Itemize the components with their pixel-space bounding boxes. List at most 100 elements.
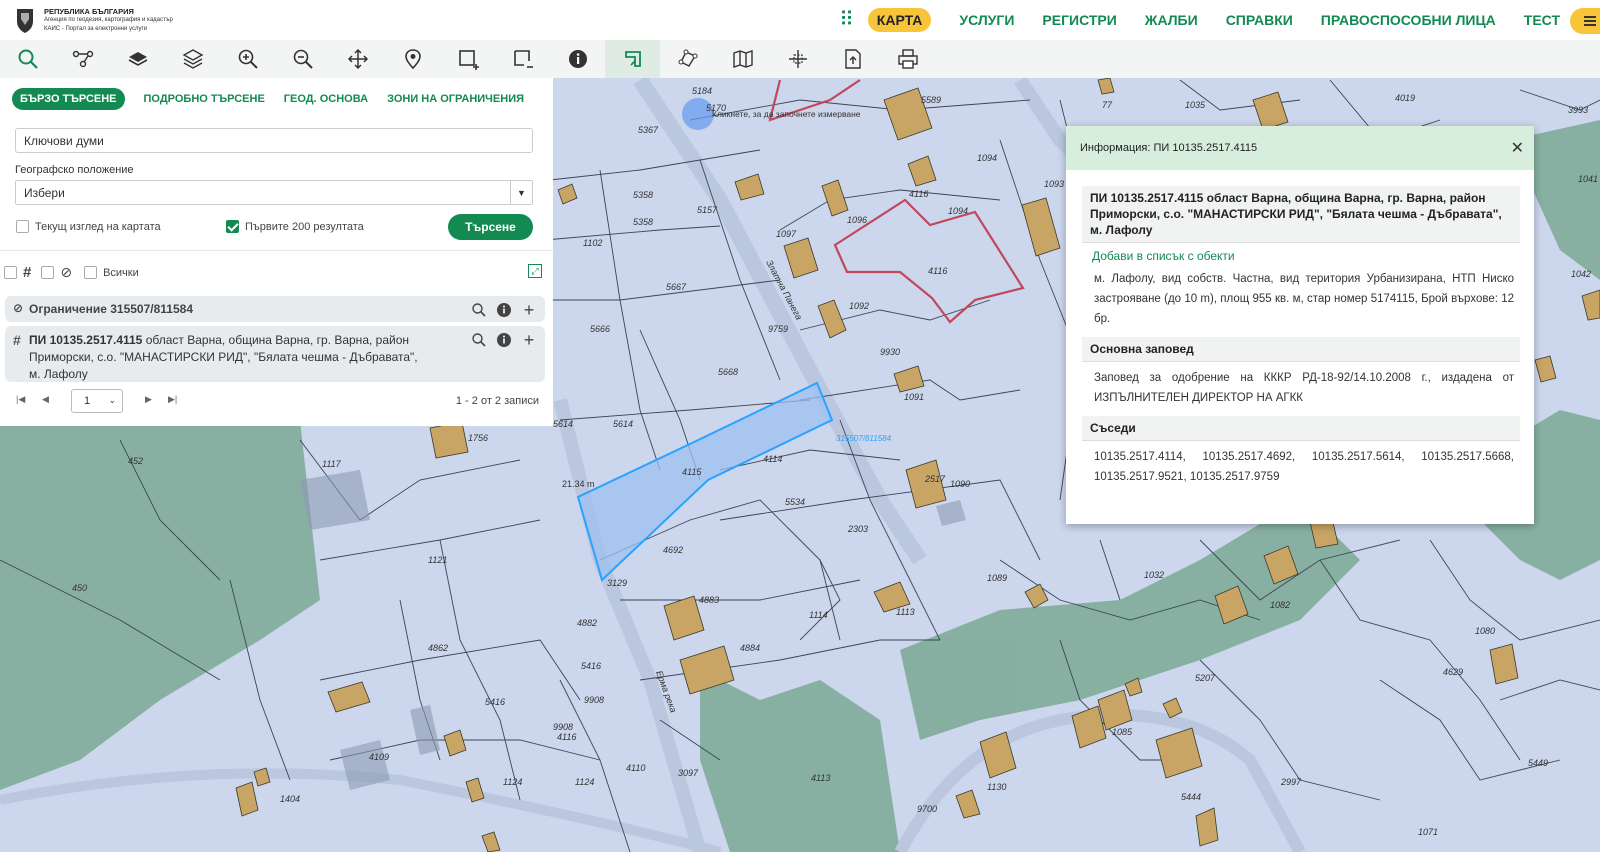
parcel-number-label: 2997 xyxy=(1280,777,1302,787)
zoom-to-icon[interactable] xyxy=(469,300,489,320)
parcel-number-label: 3993 xyxy=(1568,105,1588,115)
info-icon[interactable] xyxy=(550,40,605,78)
records-info: 1 - 2 от 2 записи xyxy=(455,395,539,407)
edit-nodes-icon[interactable] xyxy=(660,40,715,78)
nav-karta[interactable]: КАРТА xyxy=(867,8,932,32)
hash-icon[interactable]: # xyxy=(23,264,31,281)
parcel-number-label: 4116 xyxy=(909,189,928,199)
checkbox-checked xyxy=(226,220,239,233)
result-actions: + xyxy=(464,300,539,320)
add-to-list-link[interactable]: Добави в списък с обекти xyxy=(1082,243,1520,269)
parcel-number-label: 1085 xyxy=(1112,727,1133,737)
all-checkbox[interactable] xyxy=(84,266,98,279)
parcel-number-label: 1080 xyxy=(1475,626,1495,636)
parcel-number-label: 1082 xyxy=(1270,600,1290,610)
parcel-number-label: 1094 xyxy=(977,153,997,163)
page-select[interactable]: 1 ⌄ xyxy=(71,389,123,413)
parcel-number-label: 1124 xyxy=(575,777,594,787)
add-icon[interactable]: + xyxy=(519,300,539,320)
search-icon[interactable] xyxy=(0,40,55,78)
no-entry-icon[interactable]: ⊘ xyxy=(60,264,72,281)
parcel-number-label: 3129 xyxy=(607,578,627,588)
parcel-number-label: 1102 xyxy=(583,238,602,248)
zoom-to-icon[interactable] xyxy=(469,330,489,350)
chevron-down-icon: ▼ xyxy=(510,181,532,204)
first-page-icon[interactable]: |◀ xyxy=(16,394,25,405)
info-icon[interactable] xyxy=(494,300,514,320)
parcel-number-label: 1756 xyxy=(468,433,488,443)
result-item[interactable]: # ПИ 10135.2517.4115 област Варна, общин… xyxy=(5,326,545,382)
parcel-number-label: 1042 xyxy=(1571,269,1591,279)
tab-geodetic[interactable]: ГЕОД. ОСНОВА xyxy=(284,93,368,105)
current-view-checkbox[interactable]: Текущ изглед на картата xyxy=(16,220,161,233)
tab-detailed-search[interactable]: ПОДРОБНО ТЪРСЕНЕ xyxy=(144,93,265,105)
hamburger-menu-button[interactable] xyxy=(1570,8,1600,34)
parcel-number-label: 1114 xyxy=(809,610,828,620)
add-icon[interactable]: + xyxy=(519,330,539,350)
layer-icon[interactable] xyxy=(110,40,165,78)
grid-icon[interactable]: ⠿ xyxy=(839,10,854,30)
map-icon[interactable] xyxy=(715,40,770,78)
zoom-out-icon[interactable] xyxy=(275,40,330,78)
parcel-number-label: 1093 xyxy=(1044,179,1064,189)
pan-icon[interactable] xyxy=(330,40,385,78)
parcel-number-label: 4114 xyxy=(763,454,782,464)
parcel-number-label: 1097 xyxy=(776,229,797,239)
selected-parcel-4115[interactable] xyxy=(576,381,834,582)
tab-quick-search[interactable]: БЪРЗО ТЪРСЕНЕ xyxy=(12,88,125,110)
logo[interactable]: РЕПУБЛИКА БЪЛГАРИЯ Агенция по геодезия, … xyxy=(12,5,173,35)
draw-rectangle-icon[interactable] xyxy=(495,40,550,78)
next-page-icon[interactable]: ▶ xyxy=(145,394,152,405)
nav-uslugi[interactable]: УСЛУГИ xyxy=(959,12,1014,28)
parcel-number-label: 1092 xyxy=(849,301,869,311)
parcel-number-label: 452 xyxy=(128,456,143,466)
parcel-number-label: 5416 xyxy=(485,697,505,707)
parcel-number-label: 1124 xyxy=(503,777,522,787)
parcel-number-label: 5367 xyxy=(638,125,659,135)
last-page-icon[interactable]: ▶| xyxy=(168,394,177,405)
nav-pravosposobni[interactable]: ПРАВОСПОСОБНИ ЛИЦА xyxy=(1321,12,1496,28)
parcel-number-label: 9908 xyxy=(553,722,573,732)
export-icon[interactable] xyxy=(825,40,880,78)
info-icon[interactable] xyxy=(494,330,514,350)
parcel-number-label: 9759 xyxy=(768,324,788,334)
first200-checkbox[interactable]: Първите 200 резултата xyxy=(226,220,364,233)
crosshair-icon[interactable] xyxy=(770,40,825,78)
keywords-input[interactable]: Ключови думи xyxy=(15,128,533,153)
prev-page-icon[interactable]: ◀ xyxy=(42,394,49,405)
select-all-checkbox[interactable] xyxy=(4,266,17,279)
logo-subtitle-2: КАИС - Портал за електронни услуги xyxy=(44,25,147,32)
draw-polygon-icon[interactable] xyxy=(440,40,495,78)
select-none-checkbox[interactable] xyxy=(41,266,55,279)
search-button[interactable]: Търсене xyxy=(448,214,533,240)
zoom-in-icon[interactable] xyxy=(220,40,275,78)
parcel-number-label: 5358 xyxy=(633,190,653,200)
geo-location-select[interactable]: Избери ▼ xyxy=(15,180,533,205)
print-icon[interactable] xyxy=(880,40,935,78)
tab-restriction-zones[interactable]: ЗОНИ НА ОГРАНИЧЕНИЯ xyxy=(387,93,524,105)
parcel-number-label: 1032 xyxy=(1144,570,1164,580)
parcel-number-label: 4019 xyxy=(1395,93,1415,103)
info-section-neighbors: Съседи xyxy=(1082,416,1520,441)
layers-icon[interactable] xyxy=(165,40,220,78)
fit-extent-icon[interactable]: ⤢ xyxy=(528,264,542,278)
parcel-number-label: 9700 xyxy=(917,804,937,814)
measure-icon[interactable] xyxy=(605,40,660,78)
parcel-number-label: 5666 xyxy=(590,324,610,334)
parcel-number-label: 3097 xyxy=(678,768,699,778)
nav-registri[interactable]: РЕГИСТРИ xyxy=(1042,12,1116,28)
parcel-number-label: 450 xyxy=(72,583,87,593)
result-title: Ограничение 315507/811584 xyxy=(29,302,193,316)
parcel-number-label: 4115 xyxy=(682,467,702,477)
nav-test[interactable]: ТЕСТ xyxy=(1524,12,1560,28)
pin-icon[interactable] xyxy=(385,40,440,78)
parcel-number-label: 5449 xyxy=(1528,758,1548,768)
parcel-number-label: 1091 xyxy=(904,392,924,402)
nav-spravki[interactable]: СПРАВКИ xyxy=(1226,12,1293,28)
geo-location-label: Географско положение xyxy=(15,164,134,176)
result-item[interactable]: ⊘ Ограничение 315507/811584 + xyxy=(5,296,545,322)
nav-zhalbi[interactable]: ЖАЛБИ xyxy=(1145,12,1198,28)
close-icon[interactable]: ✕ xyxy=(1511,138,1524,158)
route-icon[interactable] xyxy=(55,40,110,78)
parcel-number-label: 5667 xyxy=(666,282,687,292)
